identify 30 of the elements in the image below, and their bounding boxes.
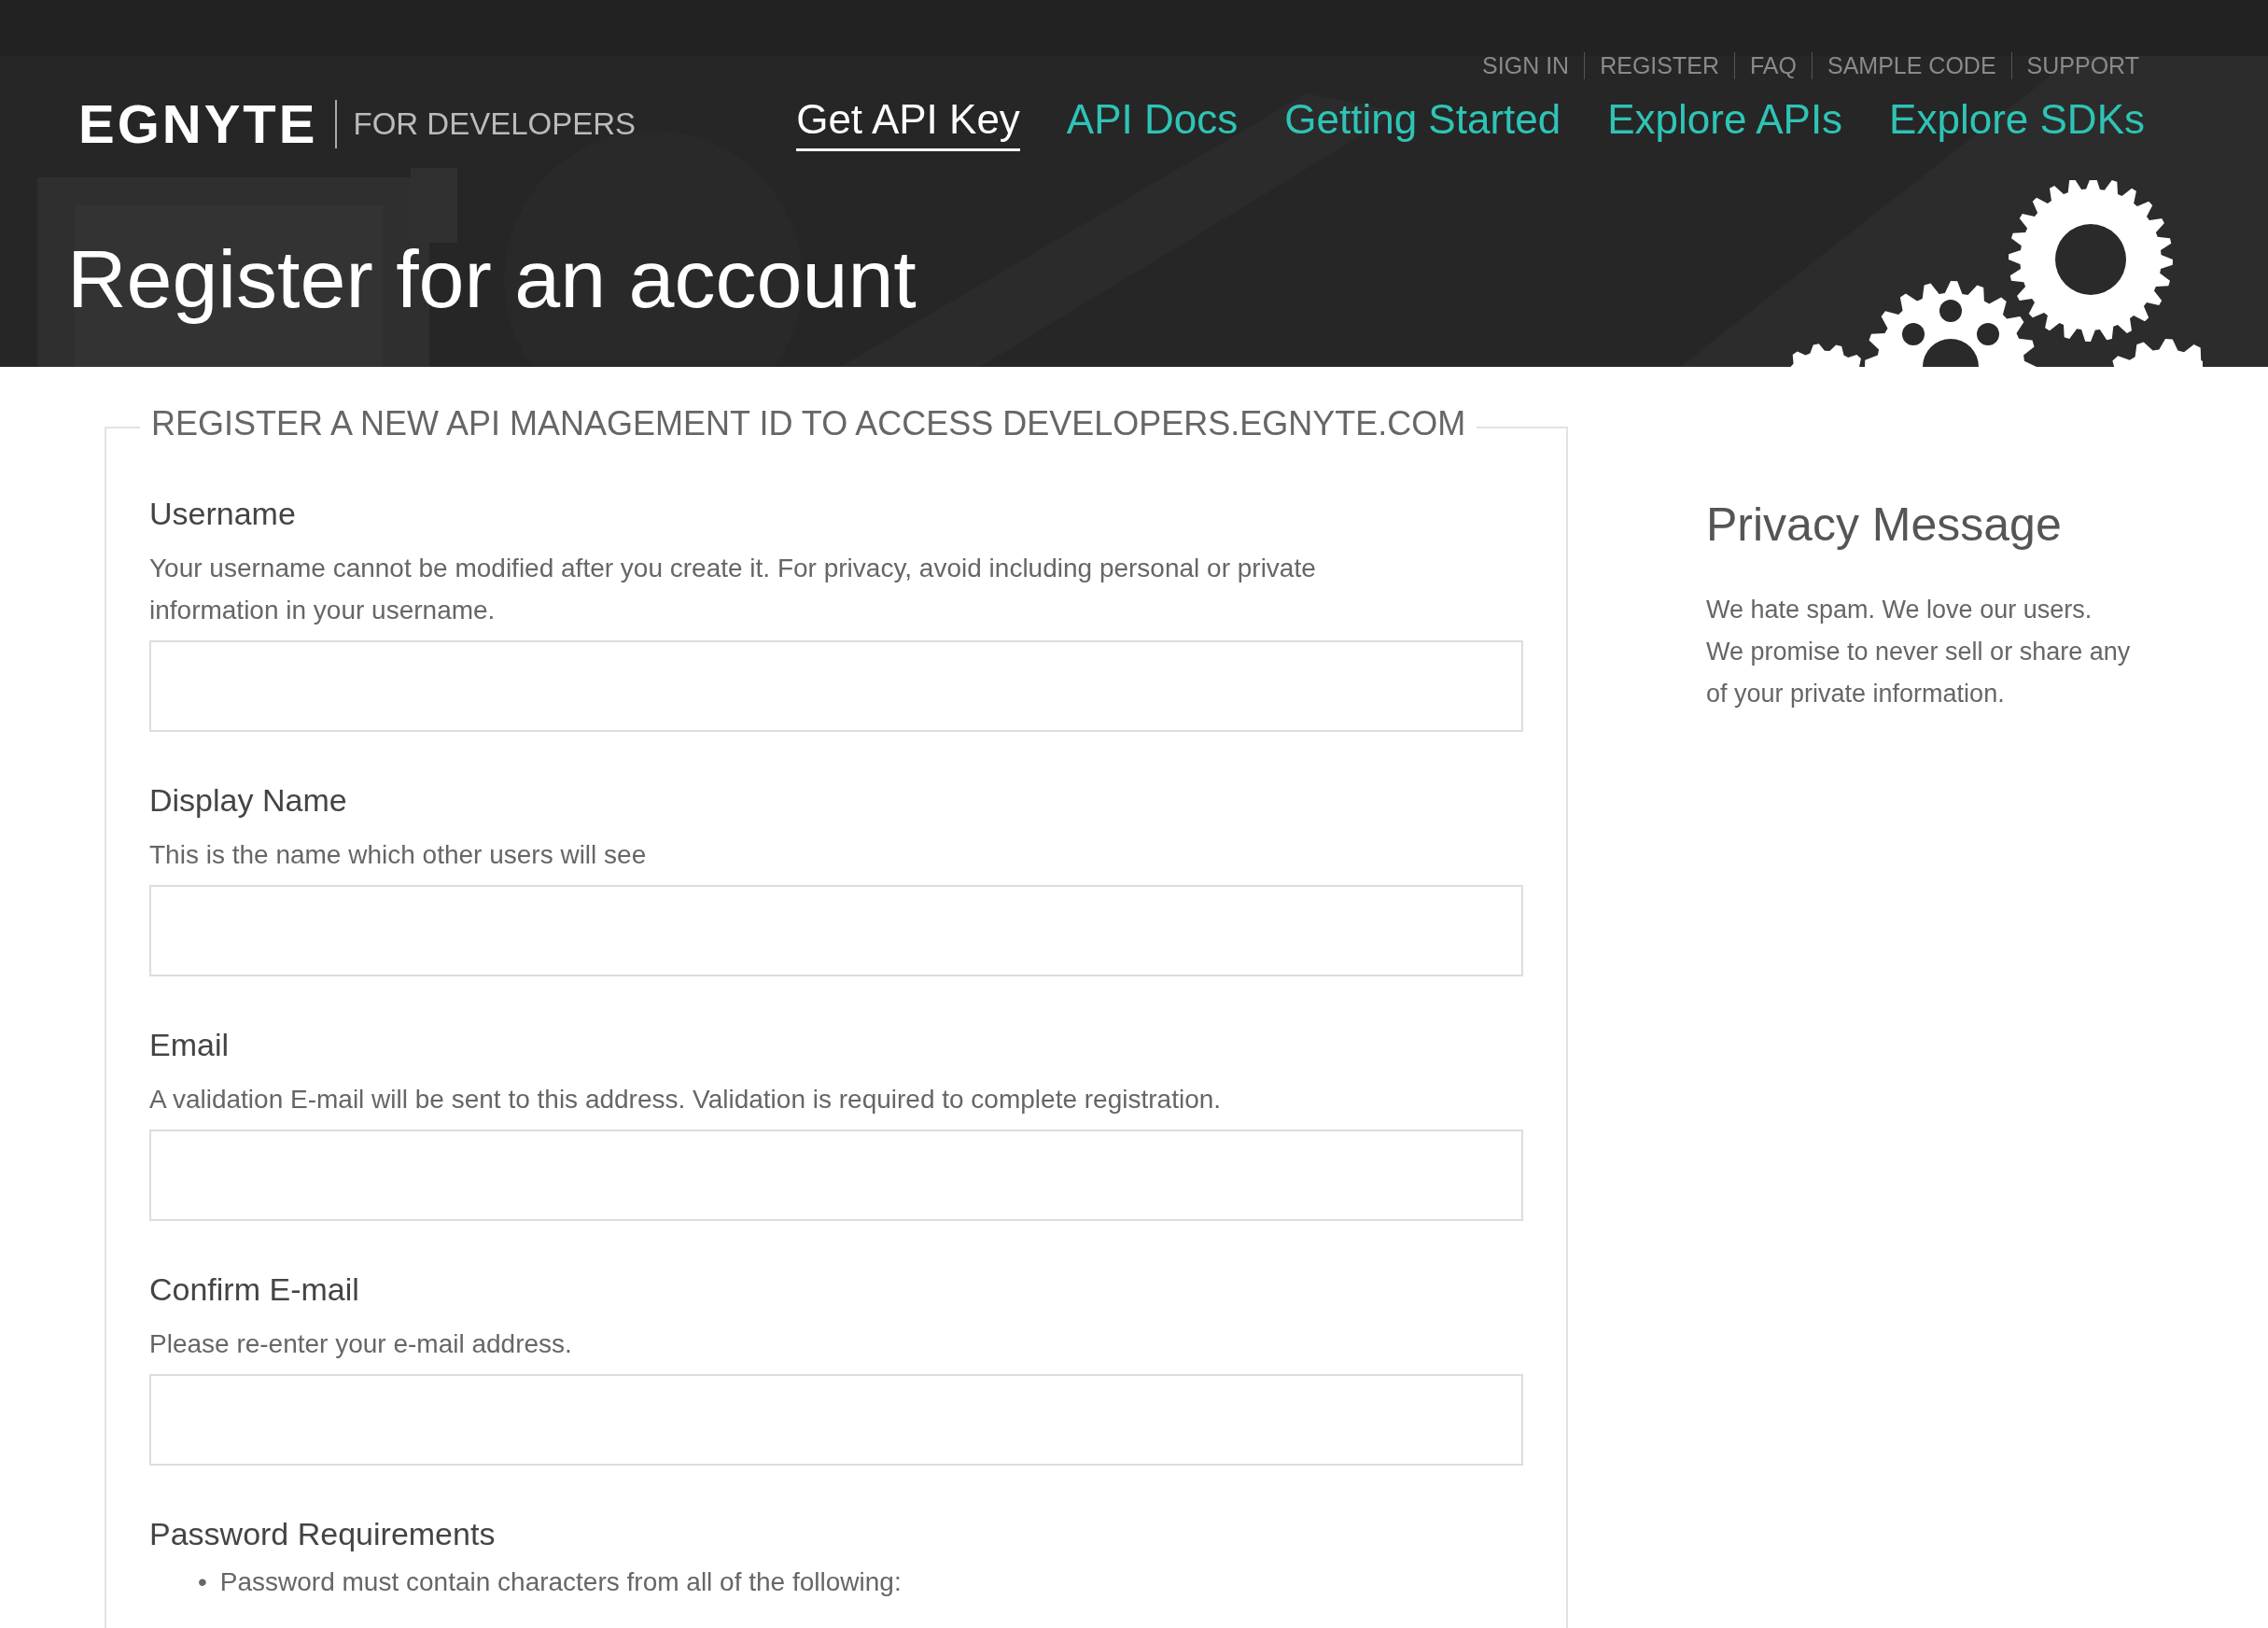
field-label: Username xyxy=(149,496,296,532)
nav-link[interactable]: API Docs xyxy=(1066,96,1239,151)
top-link[interactable]: SUPPORT xyxy=(2010,52,2154,79)
top-link[interactable]: FAQ xyxy=(1733,52,1812,79)
nav-link[interactable]: Explore SDKs xyxy=(1889,96,2145,151)
bullet: • xyxy=(198,1566,207,1598)
nav-link[interactable]: Get API Key xyxy=(796,96,1020,151)
privacy-text: We hate spam. We love our users. We promise to never sell or share any of your private information. xyxy=(1706,595,2132,709)
field-label: Confirm E-mail xyxy=(149,1271,359,1308)
privacy-title: Privacy Message xyxy=(1706,498,2063,552)
logo-tagline: FOR DEVELOPERS xyxy=(353,105,637,142)
field-label: Email xyxy=(149,1027,230,1063)
field-help: This is the name which other users will see xyxy=(149,839,647,871)
input-field[interactable] xyxy=(149,640,1523,732)
top-link[interactable]: SAMPLE CODE xyxy=(1812,52,2011,79)
nav-link[interactable]: Getting Started xyxy=(1284,96,1561,151)
requirement-item: Password must contain characters from all of the following: xyxy=(219,1566,902,1598)
top-link[interactable]: REGISTER xyxy=(1584,52,1734,79)
input-field[interactable] xyxy=(149,1374,1523,1466)
logo[interactable]: EGNYTE xyxy=(78,92,318,155)
input-field[interactable] xyxy=(149,885,1523,976)
field-help: Please re-enter your e-mail address. xyxy=(149,1328,572,1360)
field-label: Display Name xyxy=(149,782,347,819)
section-heading: Password Requirements xyxy=(149,1516,496,1551)
field-help: A validation E-mail will be sent to this address. Validation is required to complete registration. xyxy=(149,1084,1222,1116)
page-title: Register for an account xyxy=(67,232,917,327)
field-help: Your username cannot be modified after you create it. For privacy, avoid including personal or private information in your username. xyxy=(149,553,1317,626)
top-link[interactable]: SIGN IN xyxy=(1467,52,1585,79)
nav-link[interactable]: Explore APIs xyxy=(1607,96,1843,151)
input-field[interactable] xyxy=(149,1130,1523,1221)
